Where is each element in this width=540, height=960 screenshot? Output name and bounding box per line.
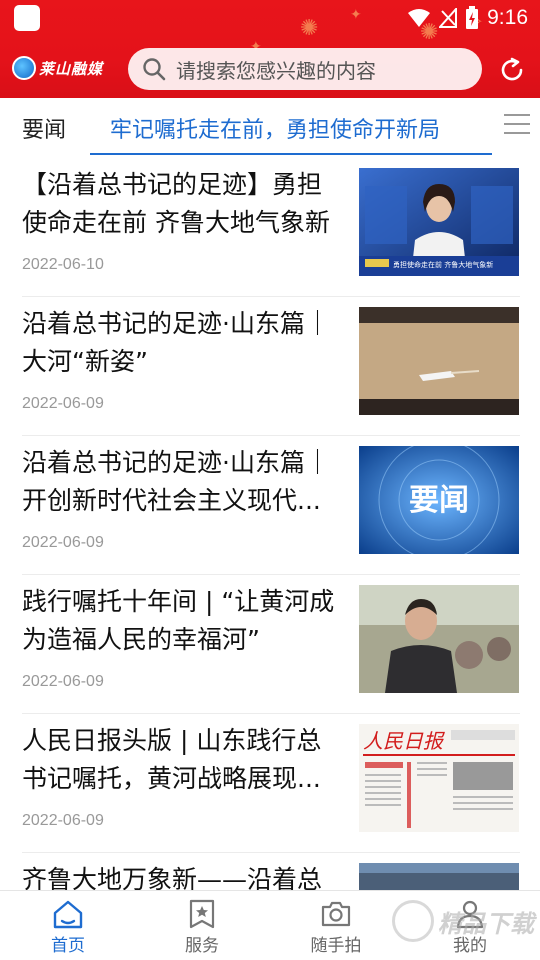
newspaper-image: 人民日报 [359, 724, 519, 832]
news-thumbnail [359, 863, 519, 890]
channel-bar: 要闻 牢记嘱托走在前，勇担使命开新局 [0, 98, 540, 156]
news-title: 践行嘱托十年间 | “让黄河成为造福人民的幸福河” [22, 587, 335, 654]
thumb-caption: 要闻 [409, 483, 469, 518]
news-item[interactable]: 沿着总书记的足迹·山东篇｜开创新时代社会主义现代... 2022-06-09 要… [22, 436, 520, 575]
nav-snapshot[interactable]: 随手拍 [286, 891, 386, 960]
camera-icon [321, 901, 351, 927]
news-thumbnail [359, 585, 519, 693]
news-item[interactable]: 人民日报头版 | 山东践行总书记嘱托，黄河战略展现... 2022-06-09 … [22, 714, 520, 853]
crowd-photo-image [359, 585, 519, 693]
wifi-icon [408, 9, 431, 27]
home-icon [53, 900, 83, 929]
logo-icon [12, 56, 36, 80]
watermark-text: 精品下载 [438, 909, 534, 938]
news-thumbnail: 人民日报 [359, 724, 519, 832]
nav-label: 服务 [185, 936, 219, 956]
news-date: 2022-06-09 [22, 673, 104, 690]
news-thumbnail: 要闻 [359, 446, 519, 554]
news-item[interactable]: 齐鲁大地万象新——沿着总 [22, 853, 520, 890]
headline-ticker[interactable]: 牢记嘱托走在前，勇担使命开新局 [110, 112, 440, 144]
thumb-caption: 勇担使命走在前 齐鲁大地气象新 [393, 260, 493, 269]
news-title: 沿着总书记的足迹·山东篇｜开创新时代社会主义现代... [22, 448, 330, 515]
app-header: ✺ ✦ ✺ ✧ ✦ 9:16 莱山融媒 请搜索您感兴趣的内容 [0, 0, 540, 98]
nav-home[interactable]: 首页 [18, 891, 118, 960]
status-icons: 9:16 [407, 4, 528, 32]
news-date: 2022-06-09 [22, 812, 104, 829]
refresh-icon[interactable] [498, 56, 526, 84]
news-title: 齐鲁大地万象新——沿着总 [22, 865, 323, 890]
tab-yaowen[interactable]: 要闻 [22, 112, 66, 144]
nav-label: 随手拍 [310, 936, 362, 956]
city-image [359, 863, 519, 890]
channel-menu-icon[interactable] [504, 114, 530, 138]
bookmark-star-icon [189, 899, 215, 929]
ticker-underline [90, 153, 492, 155]
logo-text: 莱山融媒 [39, 59, 104, 78]
thumb-caption: 人民日报 [363, 729, 445, 753]
search-placeholder: 请搜索您感兴趣的内容 [176, 58, 376, 83]
news-item[interactable]: 沿着总书记的足迹·山东篇｜大河“新姿” 2022-06-09 [22, 297, 520, 436]
news-thumbnail [359, 307, 519, 415]
yellow-river-image [359, 307, 519, 415]
news-date: 2022-06-09 [22, 534, 104, 551]
watermark: 精品下载 [392, 900, 534, 942]
news-title: 沿着总书记的足迹·山东篇｜大河“新姿” [22, 309, 330, 376]
news-date: 2022-06-10 [22, 256, 104, 273]
news-list: 【沿着总书记的足迹】勇担使命走在前 齐鲁大地气象新 2022-06-10 勇担使… [0, 158, 540, 890]
status-bar: 9:16 [0, 0, 540, 36]
search-icon [143, 58, 166, 81]
notification-icon [14, 5, 40, 31]
news-date: 2022-06-09 [22, 395, 104, 412]
clock: 9:16 [487, 6, 528, 29]
yaowen-banner-image: 要闻 [359, 446, 519, 554]
app-logo: 莱山融媒 [12, 56, 103, 80]
nav-label: 首页 [51, 936, 85, 956]
news-item[interactable]: 践行嘱托十年间 | “让黄河成为造福人民的幸福河” 2022-06-09 [22, 575, 520, 714]
watermark-logo-icon [392, 900, 434, 942]
news-title: 【沿着总书记的足迹】勇担使命走在前 齐鲁大地气象新 [22, 170, 330, 237]
battery-icon [466, 6, 479, 29]
nav-service[interactable]: 服务 [152, 891, 252, 960]
no-signal-icon [439, 8, 458, 28]
anchor-broadcast-image: 勇担使命走在前 齐鲁大地气象新 [359, 168, 519, 276]
news-title: 人民日报头版 | 山东践行总书记嘱托，黄河战略展现... [22, 726, 322, 793]
news-thumbnail: 勇担使命走在前 齐鲁大地气象新 [359, 168, 519, 276]
news-item[interactable]: 【沿着总书记的足迹】勇担使命走在前 齐鲁大地气象新 2022-06-10 勇担使… [22, 158, 520, 297]
app-root: ✺ ✦ ✺ ✧ ✦ 9:16 莱山融媒 请搜索您感兴趣的内容 要闻 牢记嘱托走在… [0, 0, 540, 960]
search-input[interactable]: 请搜索您感兴趣的内容 [128, 48, 482, 90]
